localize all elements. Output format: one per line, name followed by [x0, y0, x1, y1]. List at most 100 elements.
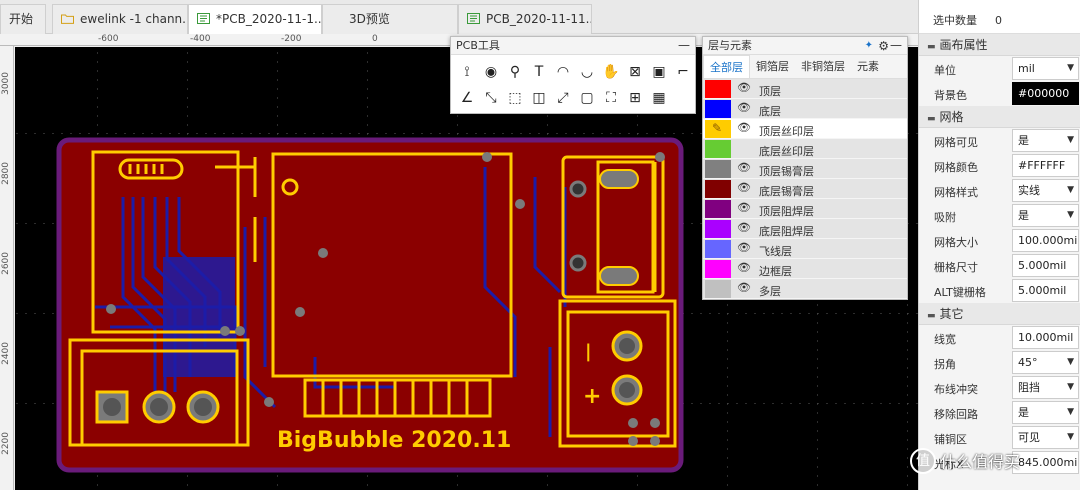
via-icon[interactable]: ◉: [479, 59, 503, 85]
ruler-label: 2800: [1, 162, 11, 185]
layer-color-swatch[interactable]: [705, 240, 731, 258]
eye-icon[interactable]: 👁: [737, 261, 751, 274]
layer-color-swatch[interactable]: [705, 80, 731, 98]
image-icon[interactable]: ▣: [647, 59, 671, 85]
layer-row[interactable]: 底层丝印层: [703, 139, 907, 159]
layer-row[interactable]: 👁 底层锡膏层: [703, 179, 907, 199]
layer-color-swatch[interactable]: [705, 140, 731, 158]
eye-icon[interactable]: 👁: [737, 161, 751, 174]
eye-icon[interactable]: 👁: [737, 81, 751, 94]
layer-color-swatch[interactable]: [705, 220, 731, 238]
tab-pcb-2[interactable]: PCB_2020-11-11...: [458, 4, 592, 34]
pan-icon[interactable]: ✋: [599, 59, 623, 85]
tab-non-copper-layers[interactable]: 非铜箔层: [795, 55, 851, 78]
line-width-input[interactable]: 10.000mil: [1012, 326, 1079, 349]
prop-value: 实线: [1018, 184, 1040, 197]
tab-pcb-active[interactable]: *PCB_2020-11-1...: [188, 4, 322, 34]
layer-row[interactable]: 👁 多层: [703, 279, 907, 299]
pcb-tools-panel: PCB工具 — ⟟ ◉ ⚲ T ◠ ◡ ✋ ⊠ ▣ ⌐ ∠ ⤡ ⬚ ◫ ⤢ ▢ ⛶ ⊞ ▦: [450, 36, 696, 114]
snap-select[interactable]: 是 ▼: [1012, 204, 1079, 227]
pad-icon[interactable]: ⚲: [503, 59, 527, 85]
alt-grid-input[interactable]: 5.000mil: [1012, 279, 1079, 302]
ruler-label: 2600: [1, 252, 11, 275]
pcb-tools-header[interactable]: PCB工具 —: [451, 37, 695, 55]
prop-label: 网格样式: [934, 186, 978, 199]
tab-all-layers[interactable]: 全部层: [703, 55, 750, 78]
eye-icon[interactable]: 👁: [737, 241, 751, 254]
silk-board-label: BigBubble 2020.11: [277, 428, 511, 453]
eye-icon[interactable]: 👁: [737, 281, 751, 294]
fence-size-input[interactable]: 5.000mil: [1012, 254, 1079, 277]
board-icon[interactable]: ▦: [647, 85, 671, 111]
minimize-icon[interactable]: —: [890, 36, 902, 54]
layer-color-swatch[interactable]: [705, 260, 731, 278]
snap-icon[interactable]: ⊞: [623, 85, 647, 111]
layer-row[interactable]: 👁 飞线层: [703, 239, 907, 259]
tab-label: 3D预览: [349, 12, 390, 26]
layer-color-swatch[interactable]: [705, 100, 731, 118]
remove-loop-select[interactable]: 是 ▼: [1012, 401, 1079, 424]
eye-icon[interactable]: 👁: [737, 181, 751, 194]
section-canvas[interactable]: ▬ 画布属性: [919, 34, 1080, 56]
angle-icon[interactable]: ∠: [455, 85, 479, 111]
collapse-icon: ▬: [927, 42, 936, 52]
pcb-icon: [197, 6, 210, 24]
layer-row[interactable]: 👁 顶层锡膏层: [703, 159, 907, 179]
layers-header[interactable]: 层与元素 ✦ ⚙ —: [703, 37, 907, 55]
grid-size-input[interactable]: 100.000mil: [1012, 229, 1079, 252]
prop-label: 铺铜区: [934, 433, 967, 446]
pcb-icon: [467, 6, 480, 24]
tab-3d-preview[interactable]: 3D预览: [322, 4, 458, 34]
layer-color-swatch[interactable]: [705, 160, 731, 178]
chevron-down-icon: ▼: [1067, 382, 1074, 392]
background-color-input[interactable]: #000000: [1012, 82, 1079, 105]
tab-start[interactable]: 开始: [0, 4, 46, 34]
rectangle-icon[interactable]: ⤢: [551, 85, 575, 111]
tab-elements[interactable]: 元素: [851, 55, 885, 78]
prop-label: 网格颜色: [934, 161, 978, 174]
track-icon[interactable]: ⟟: [455, 59, 479, 85]
dimension-icon[interactable]: ⤡: [479, 85, 503, 111]
minimize-icon[interactable]: —: [678, 36, 690, 54]
layer-row[interactable]: 👁 顶层阻焊层: [703, 199, 907, 219]
layer-row[interactable]: 👁 底层: [703, 99, 907, 119]
grid-visible-select[interactable]: 是 ▼: [1012, 129, 1079, 152]
unit-select[interactable]: mil ▼: [1012, 57, 1079, 80]
pin-icon[interactable]: ✦: [865, 37, 873, 55]
conflict-select[interactable]: 阻挡 ▼: [1012, 376, 1079, 399]
section-title: 网格: [939, 110, 964, 124]
section-grid[interactable]: ▬ 网格: [919, 106, 1080, 128]
tab-ewelink[interactable]: ewelink -1 chann...: [52, 4, 188, 34]
copper-area-icon[interactable]: ◫: [527, 85, 551, 111]
layer-color-swatch[interactable]: [705, 280, 731, 298]
corner-select[interactable]: 45° ▼: [1012, 351, 1079, 374]
eye-icon[interactable]: 👁: [737, 201, 751, 214]
solid-region-icon[interactable]: ⬚: [503, 85, 527, 111]
square-icon[interactable]: ⛶: [599, 85, 623, 111]
tab-label: 开始: [9, 12, 34, 26]
eye-icon[interactable]: 👁: [737, 221, 751, 234]
section-other[interactable]: ▬ 其它: [919, 303, 1080, 325]
layer-row[interactable]: 👁 边框层: [703, 259, 907, 279]
arc2-icon[interactable]: ◡: [575, 59, 599, 85]
property-panel: 选中数量 0 ▬ 画布属性 单位 mil ▼ 背景色 #000000 ▬ 网格 网格可见是 ▼…: [918, 0, 1080, 490]
grid-style-select[interactable]: 实线 ▼: [1012, 179, 1079, 202]
grid-color-input[interactable]: #FFFFFF: [1012, 154, 1079, 177]
gear-icon[interactable]: ⚙: [878, 37, 889, 55]
ruler-label: 2400: [1, 342, 11, 365]
layer-color-swatch[interactable]: [705, 200, 731, 218]
hole-icon[interactable]: ⊠: [623, 59, 647, 85]
eye-icon[interactable]: 👁: [737, 121, 751, 134]
tab-copper-layers[interactable]: 铜箔层: [750, 55, 795, 78]
text-icon[interactable]: T: [527, 59, 551, 85]
layer-color-swatch[interactable]: ✎: [705, 120, 731, 138]
layer-color-swatch[interactable]: [705, 180, 731, 198]
eye-icon[interactable]: 👁: [737, 101, 751, 114]
measure-icon[interactable]: ▢: [575, 85, 599, 111]
layer-row[interactable]: ✎ 👁 顶层丝印层: [703, 119, 907, 139]
corner-icon[interactable]: ⌐: [671, 59, 695, 85]
copper-area-select[interactable]: 可见 ▼: [1012, 426, 1079, 449]
layer-row[interactable]: 👁 底层阻焊层: [703, 219, 907, 239]
layer-row[interactable]: 👁 顶层: [703, 79, 907, 99]
arc-icon[interactable]: ◠: [551, 59, 575, 85]
